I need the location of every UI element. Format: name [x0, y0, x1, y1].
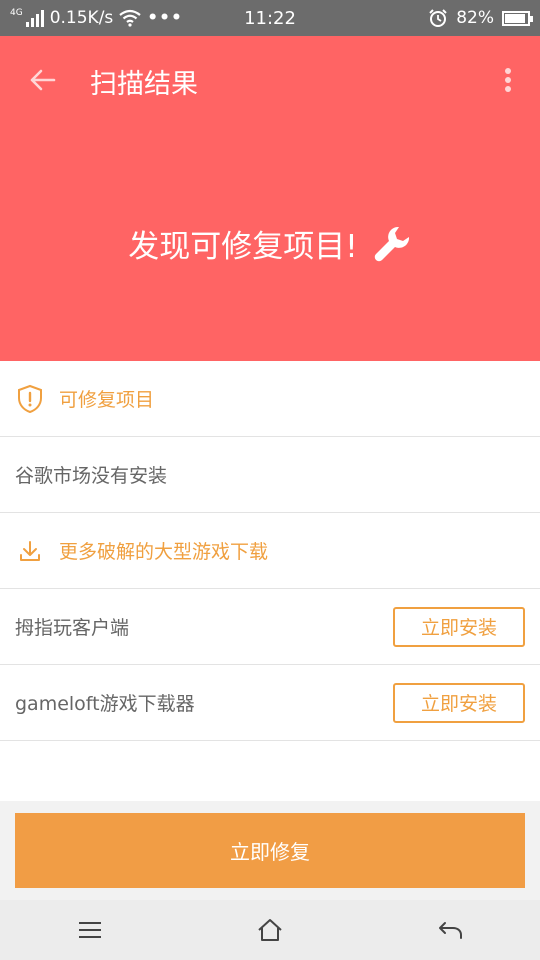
install-button-muzhiwan[interactable]: 立即安装: [393, 606, 525, 647]
issue-item: 谷歌市场没有安装: [0, 437, 540, 513]
status-left: 4G 0.15K/s •••: [10, 8, 183, 28]
battery-fill: [505, 13, 525, 23]
navigation-bar: [0, 900, 540, 960]
download-section-label: 更多破解的大型游戏下载: [59, 541, 269, 563]
home-icon: [258, 919, 282, 941]
menu-button[interactable]: [60, 905, 120, 955]
network-speed: 0.15K/s: [49, 8, 114, 28]
more-vertical-icon: [505, 68, 511, 92]
wrench-icon: [374, 226, 409, 261]
page-title: 扫描结果: [90, 69, 198, 100]
menu-icon: [79, 922, 101, 938]
battery-icon: [502, 10, 533, 26]
return-icon: [439, 922, 462, 939]
home-button[interactable]: [240, 905, 300, 955]
download-icon: [15, 536, 45, 566]
network-type: 4G: [10, 8, 23, 18]
result-list: 可修复项目 谷歌市场没有安装 更多破解的大型游戏下载 拇指玩客户端 立即安装 g…: [0, 361, 540, 741]
footer-area: 立即修复: [0, 801, 540, 900]
wifi-icon: [119, 9, 141, 27]
alarm-icon: [429, 9, 447, 27]
header: 扫描结果 发现可修复项目!: [0, 36, 540, 361]
back-arrow-icon: [30, 69, 56, 91]
issue-label: 谷歌市场没有安装: [15, 465, 168, 487]
app-name: 拇指玩客户端: [15, 617, 130, 639]
hero-text: 发现可修复项目!: [128, 229, 358, 265]
app-name: gameloft游戏下载器: [15, 693, 195, 715]
battery-percent: 82%: [456, 8, 494, 28]
signal-icon: 4G: [10, 9, 44, 27]
hero: 发现可修复项目!: [0, 221, 540, 266]
shield-alert-icon: [15, 384, 45, 414]
app-item-gameloft: gameloft游戏下载器 立即安装: [0, 665, 540, 741]
repair-section-label: 可修复项目: [59, 389, 155, 411]
app-item-muzhiwan: 拇指玩客户端 立即安装: [0, 589, 540, 665]
install-button-gameloft[interactable]: 立即安装: [393, 682, 525, 723]
back-nav-button[interactable]: [420, 905, 480, 955]
more-notifications-icon: •••: [147, 8, 183, 28]
repair-section-header: 可修复项目: [0, 361, 540, 437]
more-options-button[interactable]: [494, 60, 522, 100]
download-section-header[interactable]: 更多破解的大型游戏下载: [0, 513, 540, 589]
back-button[interactable]: [22, 60, 62, 100]
status-bar: 4G 0.15K/s ••• 11:22 82%: [0, 0, 540, 36]
status-right: 82%: [428, 8, 533, 28]
repair-now-button[interactable]: 立即修复: [15, 813, 525, 888]
